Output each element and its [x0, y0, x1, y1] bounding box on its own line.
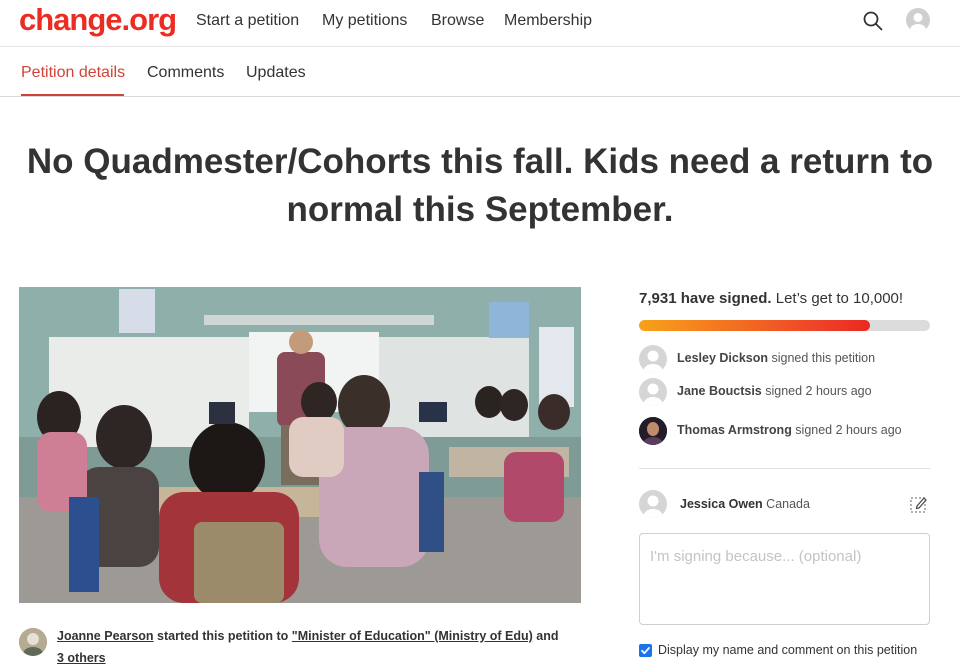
display-name-option: Display my name and comment on this peti… [639, 642, 939, 660]
display-name-checkbox-label[interactable]: Display my name and comment on this peti… [658, 643, 917, 657]
signer-action: signed 2 hours ago [791, 423, 902, 437]
current-user-row: Jessica Owen Canada [639, 490, 930, 518]
signing-reason-input[interactable] [639, 533, 930, 625]
goal-text: Let’s get to 10,000! [771, 290, 904, 307]
signature-progress-bar [639, 320, 930, 331]
active-tab-indicator [21, 94, 124, 96]
change-org-logo[interactable]: change.org [19, 2, 177, 38]
recent-signer: Lesley Dickson signed this petition [639, 345, 939, 373]
signer-action: signed this petition [768, 351, 876, 365]
starter-avatar [19, 628, 47, 656]
nav-start-petition[interactable]: Start a petition [196, 12, 299, 30]
section-divider [639, 468, 930, 469]
edit-icon[interactable] [909, 494, 929, 514]
signer-photo-avatar [639, 417, 667, 445]
signer-name: Jane Bouctsis [677, 384, 762, 398]
decision-maker-link[interactable]: "Minister of Education" (Ministry of Edu… [292, 629, 533, 643]
recent-signer: Jane Bouctsis signed 2 hours ago [639, 378, 939, 406]
signed-count-text: 7,931 have signed. [639, 290, 772, 307]
top-header: change.org Start a petition My petitions… [0, 0, 960, 47]
nav-my-petitions[interactable]: My petitions [322, 12, 407, 30]
signer-name: Lesley Dickson [677, 351, 769, 365]
nav-browse[interactable]: Browse [431, 12, 484, 30]
display-name-checkbox[interactable] [639, 644, 652, 657]
recent-signer: Thomas Armstrong signed 2 hours ago [639, 417, 939, 445]
user-avatar-icon[interactable] [906, 8, 930, 32]
petition-image [19, 287, 581, 603]
current-user-location: Canada [762, 497, 810, 511]
default-avatar-icon [639, 345, 667, 373]
others-link[interactable]: 3 others [57, 651, 106, 665]
petition-title: No Quadmester/Cohorts this fall. Kids ne… [26, 142, 934, 229]
starter-name-link[interactable]: Joanne Pearson [57, 629, 154, 643]
current-user-name: Jessica Owen [680, 497, 763, 511]
default-avatar-icon [639, 378, 667, 406]
signer-action: signed 2 hours ago [761, 384, 872, 398]
search-icon[interactable] [862, 10, 884, 32]
petition-starter-line: Joanne Pearson started this petition to … [57, 625, 567, 669]
and-text: and [532, 629, 559, 643]
signer-name: Thomas Armstrong [677, 423, 792, 437]
nav-membership[interactable]: Membership [504, 12, 592, 30]
tab-petition-details[interactable]: Petition details [21, 64, 125, 82]
signature-count: 7,931 have signed. Let’s get to 10,000! [639, 290, 903, 307]
petition-tabs: Petition details Comments Updates [0, 48, 960, 97]
progress-fill [639, 320, 870, 331]
tab-updates[interactable]: Updates [246, 64, 306, 82]
started-text: started this petition to [153, 629, 292, 643]
tab-comments[interactable]: Comments [147, 64, 224, 82]
default-avatar-icon [639, 490, 667, 518]
